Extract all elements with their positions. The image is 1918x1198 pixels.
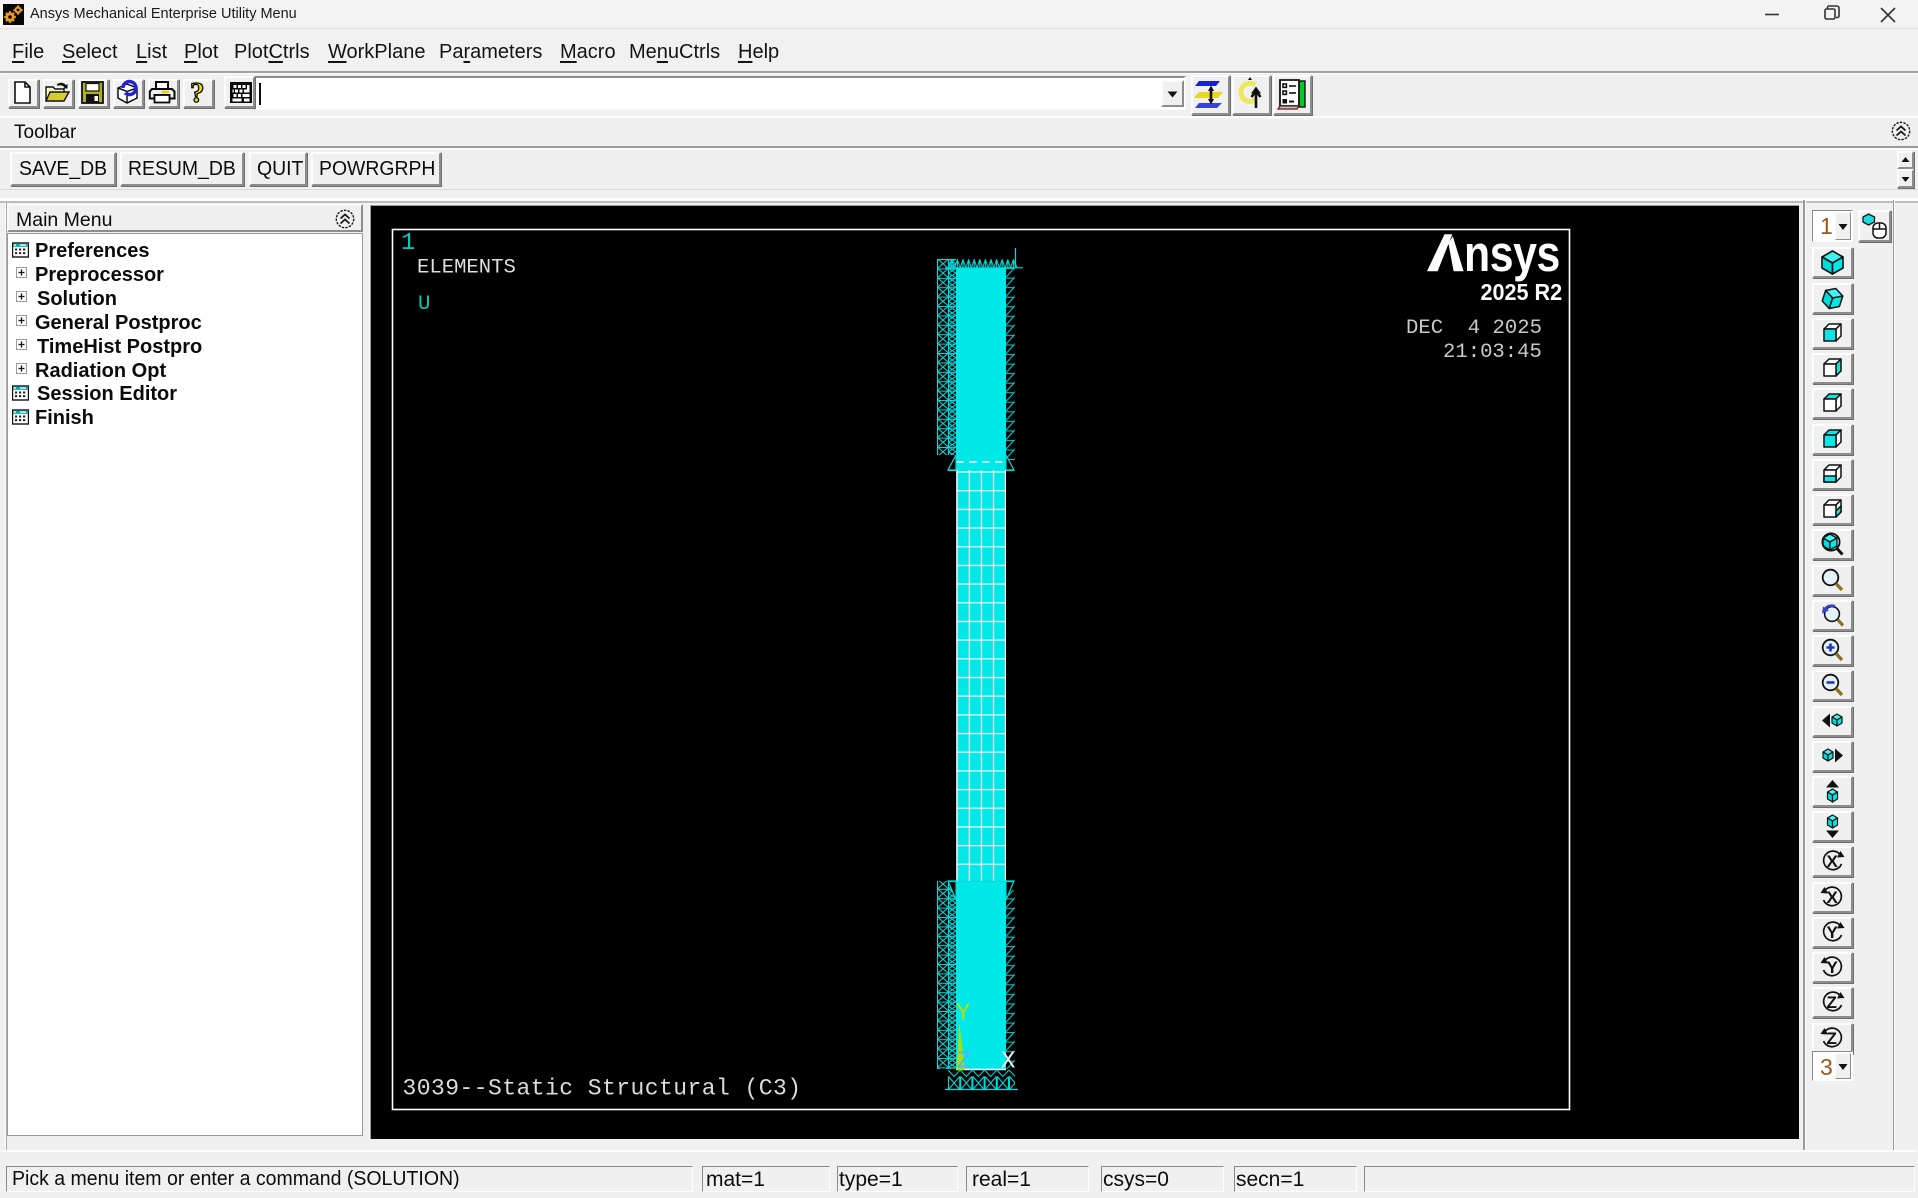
svg-text:U: U — [418, 293, 430, 316]
svg-text:Z: Z — [957, 1049, 971, 1076]
svg-text:Y: Y — [956, 1001, 970, 1028]
svg-text:X: X — [1827, 888, 1839, 907]
svg-text:2025 R2: 2025 R2 — [1481, 279, 1563, 305]
svg-text:ELEMENTS: ELEMENTS — [417, 257, 516, 280]
svg-text:X: X — [1001, 1049, 1015, 1076]
svg-text:3039--Static Structural (C3): 3039--Static Structural (C3) — [403, 1076, 802, 1102]
svg-text:Z: Z — [1827, 1029, 1837, 1048]
svg-text:DEC 4 2025: DEC 4 2025 — [1406, 317, 1542, 340]
svg-text:X: X — [1827, 852, 1839, 871]
svg-text:1: 1 — [401, 230, 415, 257]
svg-text:?: ? — [190, 79, 205, 106]
svg-text:nsys: nsys — [1464, 225, 1560, 282]
svg-text:21:03:45: 21:03:45 — [1443, 341, 1542, 364]
svg-text:Z: Z — [1827, 993, 1837, 1012]
svg-text:Y: Y — [1827, 923, 1839, 942]
svg-text:Y: Y — [1827, 958, 1839, 977]
